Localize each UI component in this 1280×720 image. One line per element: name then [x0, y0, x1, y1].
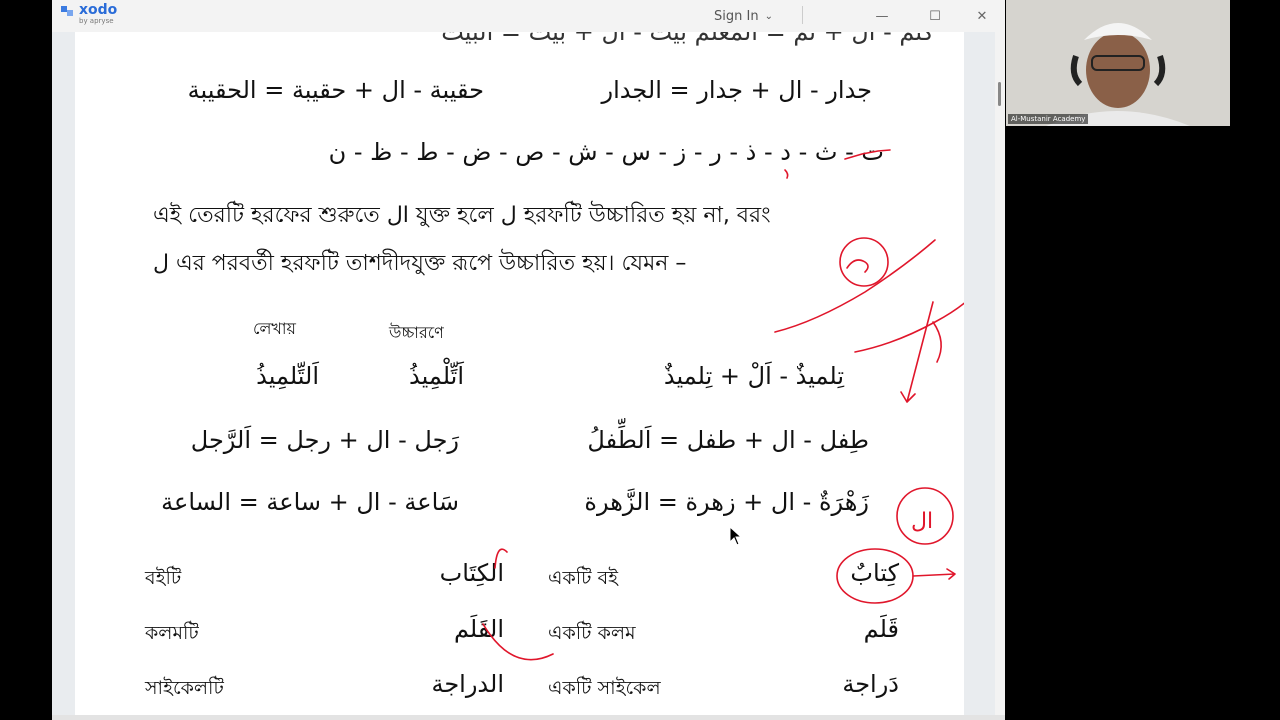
vocab-2-ar-indef: قَلَم [863, 615, 899, 643]
doc-ex3-right: سَاعة - ال + ساعة = الساعة [161, 488, 459, 516]
vocab-2-ar-def: القَلَم [453, 615, 504, 643]
annotation-arc-stroke [932, 321, 942, 363]
vertical-scrollbar[interactable] [995, 32, 1005, 715]
vocab-1-ar-indef: كِتابٌ [850, 559, 899, 587]
annotation-handwriting-stroke [774, 239, 936, 333]
doc-top-line: كتم - ال + تم = المعلم بيت - ال + بيت = … [441, 32, 934, 46]
doc-ex3-left: زَهْرَةٌ - ال + زهرة = الزَّهرة [584, 488, 869, 516]
vocab-3-bn-indef: একটি সাইকেল [548, 677, 661, 699]
doc-ex1-formula: تِلميذٌ - اَلْ + تِلميذٌ [663, 362, 844, 390]
mouse-cursor-icon [729, 526, 743, 546]
annotation-scribble-stroke [846, 259, 869, 273]
bottom-bar [52, 715, 1005, 720]
close-button[interactable]: ✕ [967, 6, 997, 26]
annotation-arrow [900, 301, 934, 403]
vocab-3-bn-def: সাইকেলটি [145, 677, 224, 699]
doc-ex2-left: طِفل - ال + طفل = اَلطِّفلُ [587, 426, 869, 454]
document-page: كتم - ال + تم = المعلم بيت - ال + بيت = … [75, 32, 964, 715]
doc-row1-right: حقيبة - ال + حقيبة = الحقيبة [187, 76, 484, 104]
maximize-button[interactable]: ☐ [920, 6, 950, 26]
title-bar: xodo by apryse Sign In ⌄ — ☐ ✕ [52, 0, 1005, 32]
scrollbar-thumb[interactable] [998, 82, 1001, 106]
webcam-overlay: Al-Mustanir Academy [1006, 0, 1230, 126]
minimize-button[interactable]: — [867, 6, 897, 26]
doc-letters-line: ت - ث - د - ذ - ر - ز - س - ش - ص - ض - … [328, 138, 884, 166]
app-logo: xodo by apryse [61, 3, 117, 25]
doc-row1-left: جدار - ال + جدار = الجدار [601, 76, 872, 104]
doc-bn-para1: এই তেরটি হরফের শুরুতে ال যুক্ত হলে ل হরফ… [153, 203, 771, 228]
sign-in-button[interactable]: Sign In ⌄ [714, 9, 773, 24]
presenter-video-icon [1006, 0, 1230, 126]
xodo-logo-icon [61, 6, 73, 16]
annotation-circle-al [896, 487, 954, 545]
annotation-al-text: ال [911, 509, 933, 534]
annotation-handwriting-stroke-2 [854, 302, 964, 353]
annotation-arrow-right [912, 568, 956, 580]
vocab-3-ar-def: الدراجة [431, 670, 504, 698]
app-subtitle: by apryse [79, 17, 114, 25]
doc-ex1-writing: اَلتِّلمِيذُ [256, 362, 319, 390]
annotation-tick-stroke [784, 169, 789, 179]
app-name: xodo [79, 2, 118, 18]
vocab-2-bn-def: কলমটি [145, 622, 199, 644]
chevron-down-icon: ⌄ [764, 11, 773, 22]
webcam-label: Al-Mustanir Academy [1008, 114, 1089, 124]
doc-ex2-right: رَجل - ال + رجل = اَلرَّجل [190, 426, 459, 454]
titlebar-divider [802, 6, 803, 24]
vocab-2-bn-indef: একটি কলম [548, 622, 636, 644]
vocab-1-bn-indef: একটি বই [548, 567, 619, 589]
xodo-window: xodo by apryse Sign In ⌄ — ☐ ✕ كتم - ال … [52, 0, 1005, 720]
vocab-1-bn-def: বইটি [145, 567, 182, 589]
vocab-3-ar-indef: دَراجة [842, 670, 899, 698]
doc-bn-para2: ل এর পরবর্তী হরফটি তাশদীদযুক্ত রূপে উচ্চ… [153, 251, 687, 276]
doc-label-pronunciation: উচ্চারণে [389, 323, 444, 342]
vocab-1-ar-def: الكِتَاب [439, 559, 504, 587]
annotation-circle-top [839, 237, 889, 287]
doc-label-writing: লেখায় [253, 319, 296, 338]
sign-in-label: Sign In [714, 9, 759, 24]
doc-ex1-pronunciation: اَتِّلْمِيذُ [408, 362, 464, 390]
